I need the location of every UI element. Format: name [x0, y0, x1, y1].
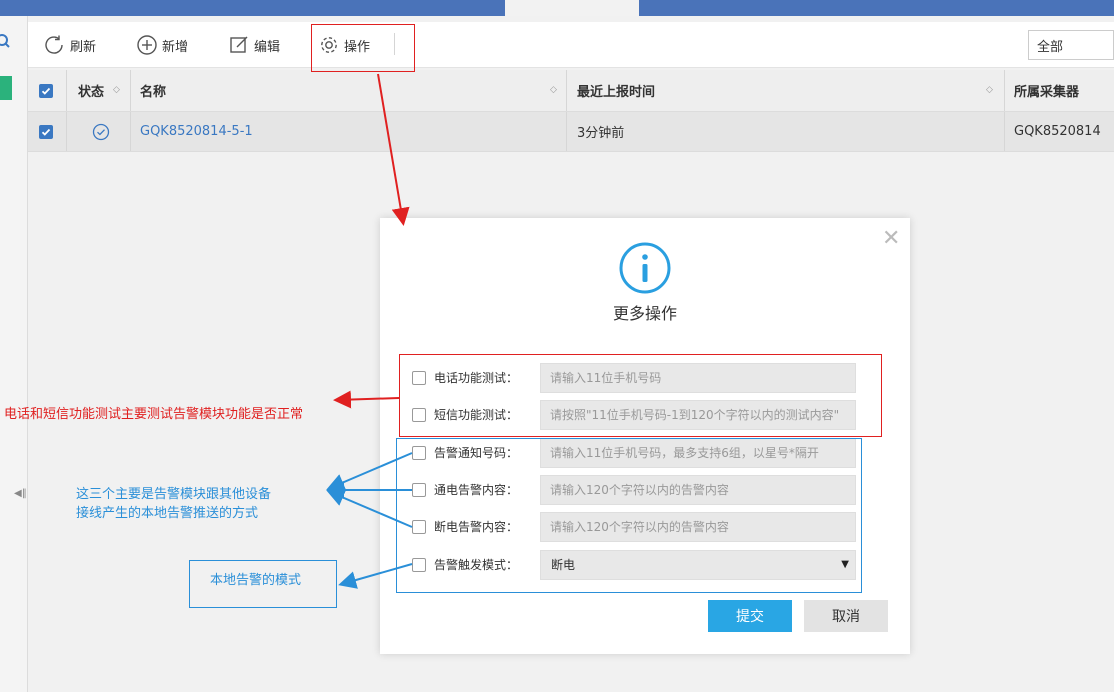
add-button[interactable]: 新增: [136, 22, 188, 68]
row-name-link[interactable]: GQK8520814-5-1: [140, 112, 253, 151]
toolbar: 刷新 新增 编辑 操作 全部: [28, 22, 1114, 68]
trigger-mode-value: 断电: [551, 558, 576, 572]
refresh-button[interactable]: 刷新: [42, 22, 96, 68]
select-all-checkbox[interactable]: [39, 70, 53, 111]
annotation-text-mode: 本地告警的模式: [210, 573, 302, 588]
sms-test-input[interactable]: [540, 400, 856, 430]
collapse-handle-icon[interactable]: ◀‖: [14, 488, 27, 499]
power-on-alarm-label: 通电告警内容：: [434, 483, 519, 497]
sidebar-active-marker: [0, 76, 12, 100]
alarm-number-input[interactable]: [540, 438, 856, 468]
header-last-report[interactable]: 最近上报时间: [577, 70, 655, 111]
sort-icon[interactable]: ◇: [550, 85, 557, 95]
check-icon: [39, 124, 53, 139]
filter-value: 全部: [1037, 39, 1064, 55]
table-row[interactable]: GQK8520814-5-1 3分钟前 GQK8520814: [28, 112, 1114, 152]
top-nav-active-tab[interactable]: [505, 0, 639, 16]
power-off-alarm-input[interactable]: [540, 512, 856, 542]
refresh-icon: [45, 35, 63, 54]
close-icon[interactable]: ✕: [882, 228, 900, 250]
trigger-mode-label: 告警触发模式：: [434, 558, 519, 572]
plus-circle-icon: [137, 35, 157, 55]
edit-icon: [230, 36, 248, 53]
header-collector[interactable]: 所属采集器: [1014, 70, 1079, 111]
annotation-text-alarm-2: 接线产生的本地告警推送的方式: [76, 506, 259, 521]
phone-test-label: 电话功能测试：: [434, 371, 519, 385]
power-off-alarm-checkbox[interactable]: [412, 520, 426, 534]
info-icon: [617, 240, 673, 300]
annotation-text-alarm-1: 这三个主要是告警模块跟其他设备: [76, 487, 272, 502]
phone-test-input[interactable]: [540, 363, 856, 393]
toolbar-divider: [394, 33, 395, 55]
alarm-number-row: 告警通知号码：: [410, 438, 890, 468]
sms-test-row: 短信功能测试：: [410, 400, 890, 430]
power-on-alarm-row: 通电告警内容：: [410, 475, 890, 505]
left-sidebar: [0, 16, 28, 692]
header-status[interactable]: 状态: [78, 70, 104, 111]
refresh-label: 刷新: [70, 39, 97, 55]
table-header: 状态 ◇ 名称 ◇ 最近上报时间 ◇ 所属采集器: [28, 70, 1114, 112]
operate-label: 操作: [344, 39, 371, 55]
trigger-mode-checkbox[interactable]: [412, 558, 426, 572]
top-nav-bar-left: [0, 0, 505, 16]
dropdown-arrow-icon: ▼: [841, 559, 849, 570]
power-off-alarm-label: 断电告警内容：: [434, 520, 519, 534]
filter-select[interactable]: 全部: [1028, 30, 1114, 60]
power-off-alarm-row: 断电告警内容：: [410, 512, 890, 542]
edit-label: 编辑: [254, 39, 281, 55]
sms-test-label: 短信功能测试：: [434, 408, 519, 422]
trigger-mode-row: 告警触发模式： 断电 ▼: [410, 550, 890, 580]
alarm-number-checkbox[interactable]: [412, 446, 426, 460]
top-nav-bar-right: [639, 0, 1114, 16]
header-name[interactable]: 名称: [140, 70, 166, 111]
phone-test-checkbox[interactable]: [412, 371, 426, 385]
power-on-alarm-checkbox[interactable]: [412, 483, 426, 497]
edit-button[interactable]: 编辑: [228, 22, 280, 68]
sort-icon[interactable]: ◇: [986, 85, 993, 95]
sort-icon[interactable]: ◇: [113, 85, 120, 95]
gear-icon: [321, 37, 337, 53]
submit-button[interactable]: 提交: [708, 600, 792, 632]
search-icon[interactable]: [0, 34, 12, 54]
row-collector: GQK8520814: [1014, 124, 1101, 139]
row-last-report: 3分钟前: [577, 126, 625, 141]
cancel-button[interactable]: 取消: [804, 600, 888, 632]
check-icon: [39, 83, 53, 98]
trigger-mode-select[interactable]: 断电 ▼: [540, 550, 856, 580]
power-on-alarm-input[interactable]: [540, 475, 856, 505]
sms-test-checkbox[interactable]: [412, 408, 426, 422]
dialog-title: 更多操作: [612, 304, 677, 323]
alarm-number-label: 告警通知号码：: [434, 446, 519, 460]
status-online-icon: [92, 112, 110, 151]
phone-test-row: 电话功能测试：: [410, 363, 890, 393]
more-operations-dialog: ✕ 更多操作 电话功能测试： 短信功能测试： 告警通知号码： 通电告警内容： 断…: [380, 218, 910, 654]
operate-button[interactable]: 操作: [318, 22, 370, 68]
row-checkbox[interactable]: [39, 112, 53, 151]
annotation-text-tests: 电话和短信功能测试主要测试告警模块功能是否正常: [4, 407, 304, 422]
add-label: 新增: [162, 39, 189, 55]
